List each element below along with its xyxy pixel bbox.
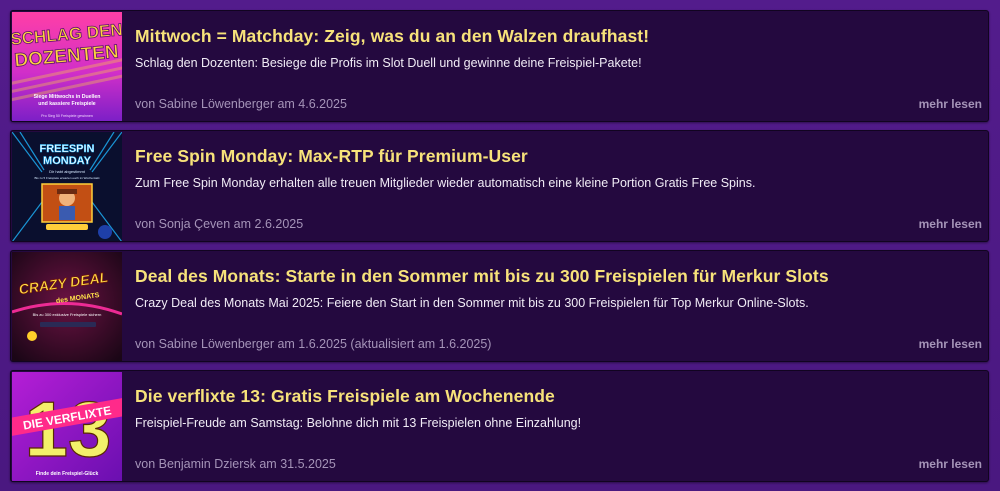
post-meta: von Sabine Löwenberger am 1.6.2025 (aktu… — [135, 337, 492, 351]
post-card[interactable]: SCHLAG DEN DOZENTEN Siege Mittwochs in D… — [10, 10, 989, 122]
thumb-tagline1: Bis zu 300 exklusive Freispiele sichern — [33, 312, 102, 317]
blog-post-list: SCHLAG DEN DOZENTEN Siege Mittwochs in D… — [0, 0, 1000, 491]
post-title[interactable]: Deal des Monats: Starte in den Sommer mi… — [135, 266, 829, 287]
post-title[interactable]: Mittwoch = Matchday: Zeig, was du an den… — [135, 26, 649, 47]
post-thumbnail[interactable]: CRAZY DEAL des MONATS Bis zu 300 exklusi… — [12, 252, 122, 361]
thumb-tagline1: Dir habt abgestimmt — [49, 169, 86, 174]
thumb-tagline2: und kassiere Freispiele — [38, 101, 95, 107]
thumb-line1: FREESPIN — [39, 143, 94, 155]
post-meta: von Sabine Löwenberger am 4.6.2025 — [135, 97, 347, 111]
thumb-line2: MONDAY — [43, 155, 92, 167]
thumb-tagline1: Finde dein Freispiel-Glück — [36, 471, 99, 477]
thumbnail-image: CRAZY DEAL des MONATS Bis zu 300 exklusi… — [12, 252, 122, 361]
post-thumbnail[interactable]: SCHLAG DEN DOZENTEN Siege Mittwochs in D… — [12, 12, 122, 121]
post-thumbnail[interactable]: 13 DIE VERFLIXTE Finde dein Freispiel-Gl… — [12, 372, 122, 481]
read-more-link[interactable]: mehr lesen — [919, 97, 982, 111]
thumbnail-image: 13 DIE VERFLIXTE Finde dein Freispiel-Gl… — [12, 372, 122, 481]
post-meta: von Sonja Çeven am 2.6.2025 — [135, 217, 304, 231]
post-card[interactable]: CRAZY DEAL des MONATS Bis zu 300 exklusi… — [10, 250, 989, 362]
thumbnail-image: SCHLAG DEN DOZENTEN Siege Mittwochs in D… — [12, 12, 122, 121]
post-title[interactable]: Die verflixte 13: Gratis Freispiele am W… — [135, 386, 555, 407]
thumb-tagline1: Siege Mittwochs in Duellen — [34, 94, 101, 100]
post-excerpt: Schlag den Dozenten: Besiege die Profis … — [135, 56, 642, 70]
read-more-link[interactable]: mehr lesen — [919, 337, 982, 351]
post-excerpt: Crazy Deal des Monats Mai 2025: Feiere d… — [135, 296, 809, 310]
read-more-link[interactable]: mehr lesen — [919, 217, 982, 231]
post-excerpt: Freispiel-Freude am Samstag: Belohne dic… — [135, 416, 582, 430]
post-meta: von Benjamin Dziersk am 31.5.2025 — [135, 457, 336, 471]
post-card[interactable]: FREESPIN MONDAY Dir habt abgestimmt Bis … — [10, 130, 989, 242]
post-title[interactable]: Free Spin Monday: Max-RTP für Premium-Us… — [135, 146, 528, 167]
thumb-fineprint: Pro Sieg 50 Freispiele gewinnen — [41, 114, 93, 118]
thumb-tagline2: Bis zu 5 Freispiele erwarten euch im Woc… — [35, 176, 100, 180]
read-more-link[interactable]: mehr lesen — [919, 457, 982, 471]
post-excerpt: Zum Free Spin Monday erhalten alle treue… — [135, 176, 756, 190]
post-thumbnail[interactable]: FREESPIN MONDAY Dir habt abgestimmt Bis … — [12, 132, 122, 241]
post-card[interactable]: 13 DIE VERFLIXTE Finde dein Freispiel-Gl… — [10, 370, 989, 482]
thumbnail-image: FREESPIN MONDAY Dir habt abgestimmt Bis … — [12, 132, 122, 241]
